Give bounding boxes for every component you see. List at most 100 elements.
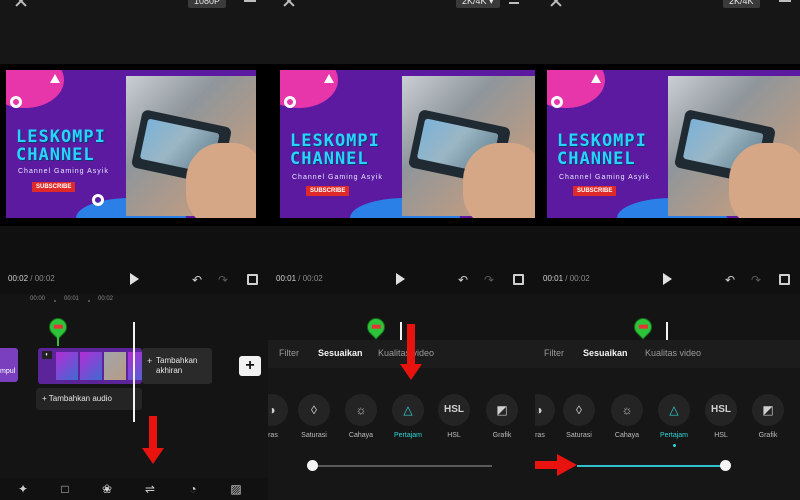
hsl-icon: HSL <box>438 394 470 426</box>
curve-icon: ◩ <box>486 394 518 426</box>
playback-bar: 00:02 / 00:02 ↶ ↷ <box>0 264 268 294</box>
clip-volume-badge: ◐ <box>42 351 52 359</box>
tab-adjust[interactable]: Sesuaikan <box>583 348 628 358</box>
canvas-icon[interactable]: □ <box>58 482 72 496</box>
adjust-item-sharpen[interactable]: △ Pertajam <box>388 394 428 446</box>
playhead[interactable] <box>133 322 135 422</box>
playback-bar: 00:01 / 00:02 ↶ ↷ <box>268 264 535 294</box>
style-icon[interactable]: ◔ <box>186 482 200 496</box>
time-readout: 00:01 / 00:02 <box>276 274 323 283</box>
subscribe-badge: SUBSCRIBE <box>32 182 76 192</box>
tab-video-quality[interactable]: Kualitas video <box>645 348 701 358</box>
location-pin-icon <box>630 314 656 340</box>
undo-icon[interactable]: ↶ <box>192 274 202 286</box>
top-bar: 2K/4K <box>535 0 800 64</box>
tagline: Channel Gaming Asyik <box>559 174 650 181</box>
playhead[interactable] <box>666 322 668 340</box>
add-media-button[interactable]: + <box>239 356 261 376</box>
redo-icon[interactable]: ↷ <box>484 274 494 286</box>
sharpen-slider-track[interactable] <box>312 465 492 467</box>
export-icon[interactable] <box>509 0 519 4</box>
video-preview[interactable]: LESKOMPI CHANNEL Channel Gaming Asyik SU… <box>0 64 268 226</box>
adjust-item-brightness[interactable]: ☼ Cahaya <box>607 394 647 446</box>
timeline-area: 00:00 00:01 00:02 mpul ◐ + Tambahkan akhi… <box>0 294 268 500</box>
undo-icon[interactable]: ↶ <box>725 274 735 286</box>
play-icon[interactable] <box>130 273 139 285</box>
resolution-chip[interactable]: 2K/4K ▾ <box>456 0 500 8</box>
triangle-icon: △ <box>658 394 690 426</box>
adjust-item-brightness[interactable]: ☼ Cahaya <box>341 394 381 446</box>
adjust-item-saturation[interactable]: ◊ Saturasi <box>294 394 334 446</box>
fullscreen-icon[interactable] <box>513 274 524 285</box>
video-clip[interactable]: ◐ <box>38 348 142 384</box>
fullscreen-icon[interactable] <box>779 274 790 285</box>
hand-phone-photo <box>126 76 256 218</box>
selected-dot <box>673 444 676 447</box>
adjust-item-hsl[interactable]: HSL HSL <box>434 394 474 446</box>
resolution-chip[interactable]: 2K/4K <box>723 0 760 8</box>
contrast-icon: ◑ <box>535 394 555 426</box>
resolution-chip[interactable]: 1080P <box>188 0 227 8</box>
contrast-icon: ◑ <box>268 394 288 426</box>
adjust-tools: ◑ tras ◊ Saturasi ☼ Cahaya △ Pertajam <box>535 368 800 500</box>
menu-icon[interactable] <box>244 0 256 2</box>
adjust-item-saturation[interactable]: ◊ Saturasi <box>559 394 599 446</box>
menu-icon[interactable] <box>779 0 791 2</box>
bottom-toolbar: ✦ □ ❀ ⇌ ◔ ▨ <box>0 478 268 500</box>
tab-filter[interactable]: Filter <box>279 348 299 358</box>
add-audio-button[interactable]: + Tambahkan audio <box>36 388 142 410</box>
fullscreen-icon[interactable] <box>247 274 258 285</box>
sharpen-slider-knob[interactable] <box>720 460 731 471</box>
top-bar: 1080P <box>0 0 268 64</box>
add-ending-button[interactable]: + Tambahkan akhiran <box>142 348 212 384</box>
close-icon[interactable] <box>282 0 296 8</box>
clip-left[interactable]: mpul <box>0 348 18 382</box>
adjust-tools: ◑ tras ◊ Saturasi ☼ Cahaya △ Pertajam HS… <box>268 368 535 500</box>
video-preview[interactable]: LESKOMPI CHANNEL Channel Gaming Asyik SU… <box>268 64 535 226</box>
close-icon[interactable] <box>14 0 28 8</box>
video-preview[interactable]: LESKOMPI CHANNEL Channel Gaming Asyik SU… <box>535 64 800 226</box>
sharpen-slider-fill[interactable] <box>577 465 725 467</box>
adjust-icon[interactable]: ⇌ <box>143 482 157 496</box>
hand-phone-photo <box>668 76 800 218</box>
tagline: Channel Gaming Asyik <box>18 168 109 175</box>
close-icon[interactable] <box>549 0 563 8</box>
brand-text: LESKOMPI CHANNEL <box>290 131 380 169</box>
undo-icon[interactable]: ↶ <box>458 274 468 286</box>
tab-filter[interactable]: Filter <box>544 348 564 358</box>
brand-text: LESKOMPI CHANNEL <box>16 127 106 165</box>
location-pin-icon <box>363 314 389 340</box>
editor-panel-timeline: 1080P LESKOMPI CHANNEL Channel Gaming As… <box>0 0 268 500</box>
filter-icon[interactable]: ❀ <box>100 482 114 496</box>
adjust-area: Filter Sesuaikan Kualitas video ◑ tras ◊… <box>535 294 800 500</box>
redo-icon[interactable]: ↷ <box>751 274 761 286</box>
overlay-icon[interactable]: ▨ <box>229 482 243 496</box>
ruler-tick: 00:01 <box>64 296 80 302</box>
redo-icon[interactable]: ↷ <box>218 274 228 286</box>
thumbnail-image: LESKOMPI CHANNEL Channel Gaming Asyik SU… <box>547 70 800 218</box>
thumbnail-image: LESKOMPI CHANNEL Channel Gaming Asyik SU… <box>6 70 256 218</box>
adjust-tabs: Filter Sesuaikan Kualitas video <box>535 340 800 368</box>
ruler-tick: 00:00 <box>30 296 46 302</box>
hsl-icon: HSL <box>705 394 737 426</box>
screenshot-collage: 1080P LESKOMPI CHANNEL Channel Gaming As… <box>0 0 800 500</box>
adjust-item-curve[interactable]: ◩ Grafik <box>748 394 788 446</box>
editor-panel-adjust-max: 2K/4K LESKOMPI CHANNEL Channel Gaming As… <box>535 0 800 500</box>
sharpen-slider-knob[interactable] <box>307 460 318 471</box>
play-icon[interactable] <box>396 273 405 285</box>
sun-icon: ☼ <box>345 394 377 426</box>
playhead[interactable] <box>400 322 402 340</box>
tab-adjust[interactable]: Sesuaikan <box>318 348 363 358</box>
thumbnail-image: LESKOMPI CHANNEL Channel Gaming Asyik SU… <box>280 70 535 218</box>
play-icon[interactable] <box>663 273 672 285</box>
adjust-item-curve[interactable]: ◩ Grafik <box>482 394 522 446</box>
adjust-item-hsl[interactable]: HSL HSL <box>701 394 741 446</box>
ruler-tick: 00:02 <box>98 296 114 302</box>
adjust-item-sharpen[interactable]: △ Pertajam <box>654 394 694 447</box>
top-bar: 2K/4K ▾ <box>268 0 535 64</box>
subscribe-badge: SUBSCRIBE <box>306 186 350 196</box>
time-readout: 00:01 / 00:02 <box>543 274 590 283</box>
time-readout: 00:02 / 00:02 <box>8 274 55 283</box>
hand-phone-photo <box>402 76 535 218</box>
effects-icon[interactable]: ✦ <box>16 482 30 496</box>
